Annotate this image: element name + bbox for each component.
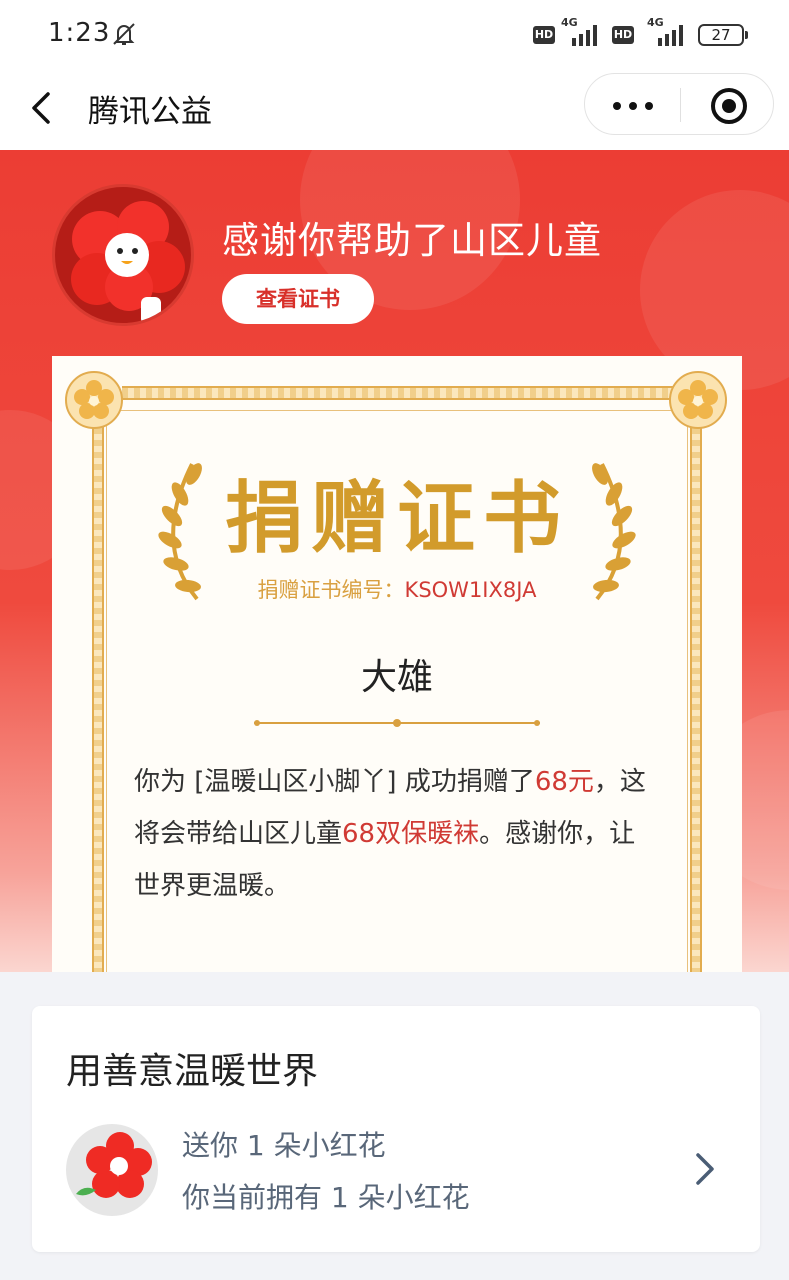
status-time: 1:23 xyxy=(48,18,111,48)
card-line-gift: 送你 1 朵小红花 xyxy=(182,1129,386,1162)
certificate-number-label: 捐赠证书编号： xyxy=(257,578,405,602)
card-line-owned: 你当前拥有 1 朵小红花 xyxy=(182,1181,470,1214)
hero-banner: 感谢你帮助了山区儿童 查看证书 捐赠证书 捐赠证书编号：KSOW1IX8JA 大… xyxy=(0,150,789,972)
hero-title: 感谢你帮助了山区儿童 xyxy=(222,219,602,262)
certificate-heading: 捐赠证书 xyxy=(224,474,569,564)
certificate-border xyxy=(122,386,674,400)
corner-flower-icon xyxy=(65,371,123,429)
donation-certificate: 捐赠证书 捐赠证书编号：KSOW1IX8JA 大雄 你为 [温暖山区小脚丫] 成… xyxy=(52,356,742,972)
page-title: 腾讯公益 xyxy=(88,94,212,130)
avatar xyxy=(52,184,194,326)
signal-icon xyxy=(572,25,597,46)
certificate-body-text: 你为 [温暖山区小脚丫] 成功捐赠了 xyxy=(134,767,535,797)
chevron-right-icon[interactable] xyxy=(692,1150,718,1188)
certificate-number-value: KSOW1IX8JA xyxy=(404,578,537,602)
certificate-number: 捐赠证书编号：KSOW1IX8JA xyxy=(52,574,742,604)
view-certificate-button[interactable]: 查看证书 xyxy=(222,274,374,324)
hd-badge: HD xyxy=(533,26,555,44)
status-bar: 1:23 HD 4G HD 4G 27 xyxy=(0,0,789,70)
mute-notification-icon xyxy=(113,23,135,45)
more-options-icon[interactable] xyxy=(613,102,653,110)
corner-flower-icon xyxy=(669,371,727,429)
red-flower-icon xyxy=(76,1132,152,1198)
nav-bar: 腾讯公益 xyxy=(0,70,789,150)
battery-icon: 27 xyxy=(698,24,748,46)
back-arrow-icon[interactable] xyxy=(28,88,58,128)
donation-gift: 68双保暖袜 xyxy=(342,819,480,849)
name-divider xyxy=(254,719,540,727)
card-title: 用善意温暖世界 xyxy=(66,1051,319,1092)
recipient-name: 大雄 xyxy=(360,657,433,698)
mini-program-capsule xyxy=(584,73,774,135)
capsule-divider xyxy=(680,88,681,122)
certificate-body: 你为 [温暖山区小脚丫] 成功捐赠了68元，这将会带给山区儿童68双保暖袜。感谢… xyxy=(134,756,654,912)
close-mini-program-icon[interactable] xyxy=(711,88,747,124)
donation-amount: 68元 xyxy=(534,767,594,797)
red-flower-badge xyxy=(66,1124,158,1216)
signal-icon xyxy=(658,25,683,46)
red-flower-mascot-icon xyxy=(71,201,185,323)
red-flower-card[interactable]: 用善意温暖世界 送你 1 朵小红花 你当前拥有 1 朵小红花 xyxy=(32,1006,760,1252)
hd-badge: HD xyxy=(612,26,634,44)
